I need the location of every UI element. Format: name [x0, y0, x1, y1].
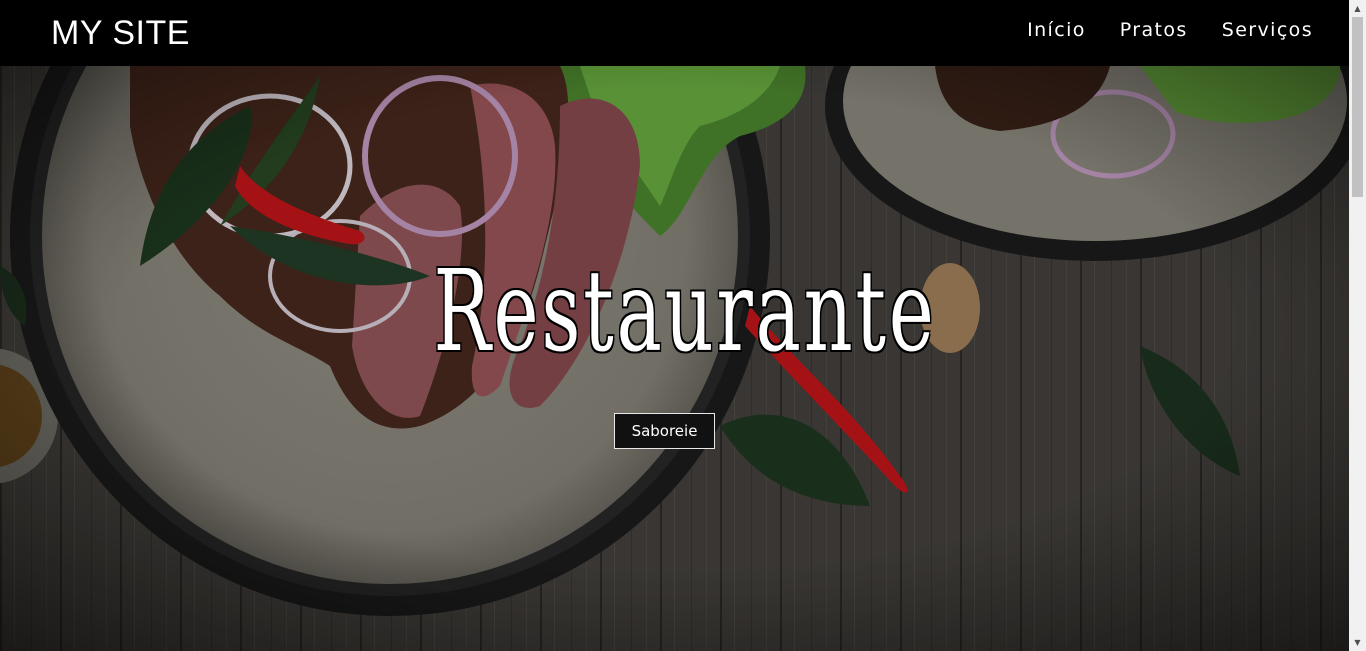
hero-section: Restaurante Saboreie — [0, 66, 1349, 651]
top-navbar: MY SITE Início Pratos Serviços — [0, 0, 1349, 66]
page-scrollbar[interactable]: ▲ ▼ — [1349, 0, 1366, 651]
site-brand[interactable]: MY SITE — [51, 13, 190, 53]
nav-link-inicio[interactable]: Início — [1027, 16, 1086, 44]
nav-link-servicos[interactable]: Serviços — [1222, 16, 1313, 44]
arrow-down-icon[interactable]: ▼ — [1349, 634, 1366, 651]
hero-title: Restaurante — [433, 247, 937, 377]
arrow-up-icon[interactable]: ▲ — [1349, 0, 1366, 17]
saboreie-button[interactable]: Saboreie — [614, 413, 715, 449]
scrollbar-thumb[interactable] — [1352, 17, 1363, 197]
nav-link-pratos[interactable]: Pratos — [1120, 16, 1188, 44]
main-nav: Início Pratos Serviços — [1027, 16, 1313, 44]
